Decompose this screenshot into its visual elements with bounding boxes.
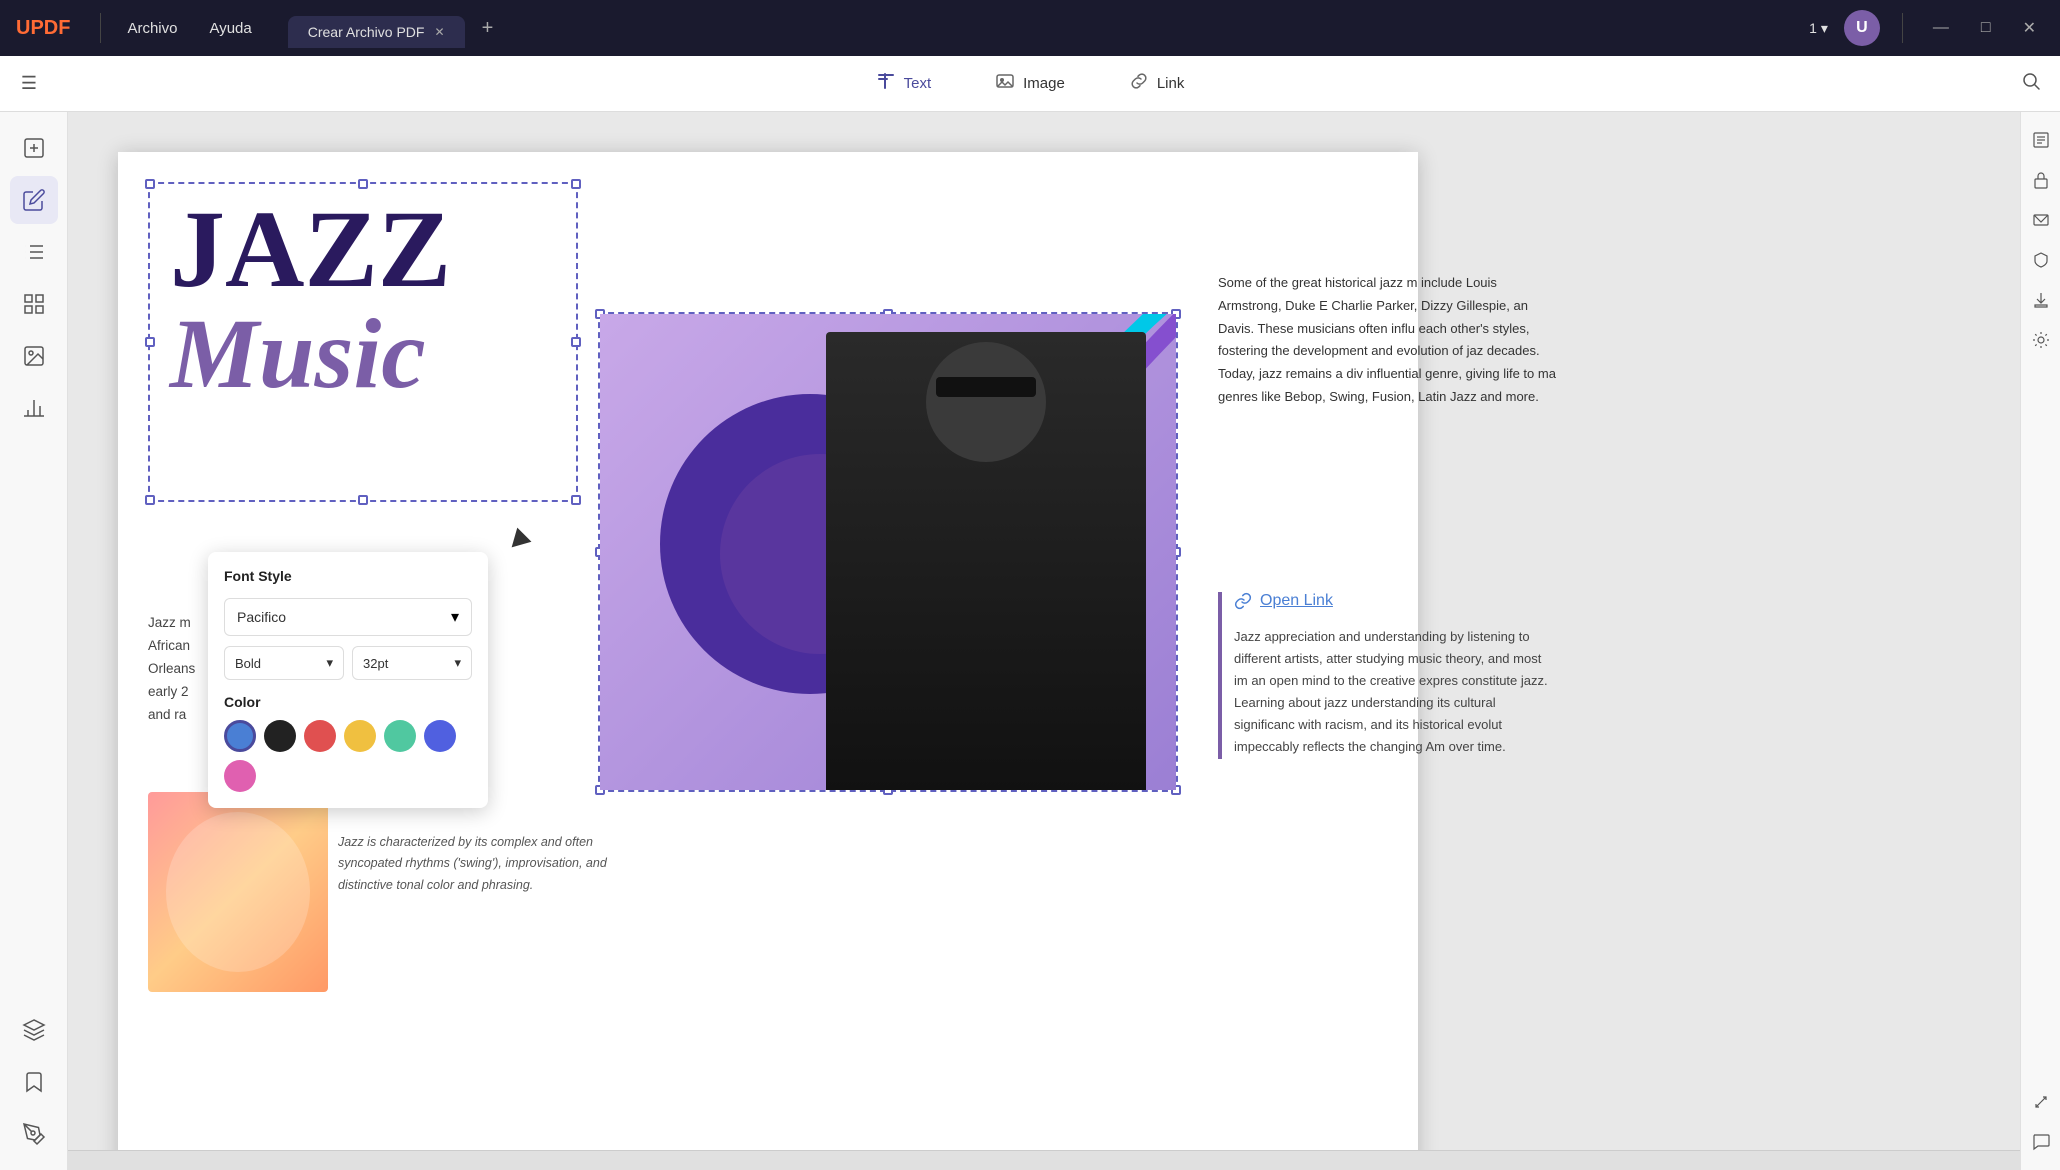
handle-mid-left[interactable] <box>145 337 155 347</box>
person-image <box>826 332 1146 790</box>
link-icon <box>1129 71 1149 96</box>
right-sidebar <box>2020 112 2060 1170</box>
search-icon <box>2021 71 2041 96</box>
menu-icon: ☰ <box>21 73 37 94</box>
right-sidebar-settings-button[interactable] <box>2025 324 2057 356</box>
color-section-title: Color <box>224 694 472 710</box>
sidebar-grid-button[interactable] <box>10 280 58 328</box>
handle-top-right[interactable] <box>571 179 581 189</box>
maximize-button[interactable]: □ <box>1973 15 1999 41</box>
font-style-dropdown[interactable]: Bold ▾ <box>224 646 344 680</box>
text-icon <box>876 71 896 96</box>
tab-close-button[interactable]: ✕ <box>434 25 444 39</box>
sidebar-upload-button[interactable] <box>10 124 58 172</box>
toolbar-text-button[interactable]: Text <box>864 65 944 102</box>
page-nav[interactable]: 1 ▾ <box>1809 20 1828 37</box>
menu-ayuda[interactable]: Ayuda <box>193 12 267 45</box>
image-icon <box>995 71 1015 96</box>
font-panel-title: Font Style <box>224 568 472 584</box>
sidebar-image-button[interactable] <box>10 332 58 380</box>
color-swatch-indigo[interactable] <box>424 720 456 752</box>
link-border-container: Open Link Jazz appreciation and understa… <box>1218 592 1558 759</box>
handle-top-center[interactable] <box>358 179 368 189</box>
sidebar-pen-button[interactable] <box>10 1110 58 1158</box>
sidebar-bookmark-button[interactable] <box>10 1058 58 1106</box>
handle-bottom-center[interactable] <box>358 495 368 505</box>
text-label: Text <box>904 75 932 92</box>
jazz-title-box[interactable]: JAZZ Music <box>148 182 578 502</box>
color-swatches-container <box>224 720 472 792</box>
right-sidebar-security-button[interactable] <box>2025 244 2057 276</box>
open-link-section: Open Link Jazz appreciation and understa… <box>1218 592 1558 759</box>
open-link-label: Open Link <box>1260 592 1333 610</box>
jazz-image-content <box>600 314 1176 790</box>
color-swatch-red[interactable] <box>304 720 336 752</box>
right-sidebar-lock-button[interactable] <box>2025 164 2057 196</box>
toolbar: ☰ Text Image Link <box>0 56 2060 112</box>
page-nav-arrow[interactable]: ▾ <box>1821 20 1828 37</box>
sidebar-edit-button[interactable] <box>10 176 58 224</box>
right-sidebar-mail-button[interactable] <box>2025 204 2057 236</box>
right-sidebar-comment-button[interactable] <box>2025 1126 2057 1158</box>
toolbar-link-button[interactable]: Link <box>1117 65 1197 102</box>
sidebar-chart-button[interactable] <box>10 384 58 432</box>
search-button[interactable] <box>2012 65 2050 103</box>
toolbar-image-button[interactable]: Image <box>983 65 1077 102</box>
color-swatch-black[interactable] <box>264 720 296 752</box>
italic-paragraph: Jazz is characterized by its complex and… <box>338 832 638 896</box>
link-body-text: Jazz appreciation and understanding by l… <box>1234 626 1558 759</box>
small-image-bottom[interactable] <box>148 792 328 992</box>
left-sidebar <box>0 112 68 1170</box>
right-paragraph: Some of the great historical jazz m incl… <box>1218 272 1558 409</box>
open-link-button[interactable]: Open Link <box>1234 592 1558 610</box>
music-word: Music <box>170 304 556 404</box>
color-swatch-yellow[interactable] <box>344 720 376 752</box>
handle-top-left[interactable] <box>145 179 155 189</box>
minimize-button[interactable]: — <box>1925 15 1957 41</box>
font-family-arrow: ▾ <box>451 607 459 627</box>
font-size-arrow: ▾ <box>454 655 461 671</box>
titlebar-right: 1 ▾ U — □ ✕ <box>1809 10 2044 46</box>
font-size-value: 32pt <box>363 656 388 671</box>
jazz-title-content: JAZZ Music <box>150 184 576 414</box>
tab-add-button[interactable]: + <box>473 13 503 43</box>
close-button[interactable]: ✕ <box>2015 14 2044 42</box>
font-family-value: Pacifico <box>237 609 286 625</box>
color-swatch-teal[interactable] <box>384 720 416 752</box>
font-size-dropdown[interactable]: 32pt ▾ <box>352 646 472 680</box>
page-number: 1 <box>1809 20 1817 36</box>
right-sidebar-pages-button[interactable] <box>2025 124 2057 156</box>
handle-bottom-left[interactable] <box>145 495 155 505</box>
tab-area: Crear Archivo PDF ✕ + <box>288 12 1809 44</box>
right-column-text: Some of the great historical jazz m incl… <box>1218 272 1558 409</box>
color-swatch-pink[interactable] <box>224 760 256 792</box>
tab-title: Crear Archivo PDF <box>308 24 425 40</box>
tab-crear-archivo[interactable]: Crear Archivo PDF ✕ <box>288 16 465 48</box>
color-swatch-blue[interactable] <box>224 720 256 752</box>
link-chain-icon <box>1234 592 1252 610</box>
toolbar-menu-button[interactable]: ☰ <box>10 65 48 103</box>
menu-archivo[interactable]: Archivo <box>111 12 193 45</box>
sidebar-layers-button[interactable] <box>10 1006 58 1054</box>
body-text-italic: Jazz is characterized by its complex and… <box>338 832 638 896</box>
font-style-row: Bold ▾ 32pt ▾ <box>224 646 472 680</box>
image-box[interactable] <box>598 312 1178 792</box>
font-style-value: Bold <box>235 656 261 671</box>
right-sidebar-export-button[interactable] <box>2025 284 2057 316</box>
font-family-dropdown[interactable]: Pacifico ▾ <box>224 598 472 636</box>
user-avatar[interactable]: U <box>1844 10 1880 46</box>
handle-mid-right[interactable] <box>571 337 581 347</box>
font-style-panel: Font Style Pacifico ▾ Bold ▾ 32pt ▾ Colo… <box>208 552 488 808</box>
app-logo: UPDF <box>16 17 70 40</box>
right-sidebar-expand-button[interactable] <box>2025 1086 2057 1118</box>
bottom-scrollbar[interactable] <box>68 1150 2020 1170</box>
handle-bottom-right[interactable] <box>571 495 581 505</box>
font-style-arrow: ▾ <box>326 655 333 671</box>
main-content-area: JAZZ Music <box>68 112 2020 1170</box>
image-label: Image <box>1023 75 1065 92</box>
jazz-word: JAZZ <box>170 194 556 304</box>
titlebar: UPDF Archivo Ayuda Crear Archivo PDF ✕ +… <box>0 0 2060 56</box>
sidebar-list-button[interactable] <box>10 228 58 276</box>
link-label: Link <box>1157 75 1185 92</box>
